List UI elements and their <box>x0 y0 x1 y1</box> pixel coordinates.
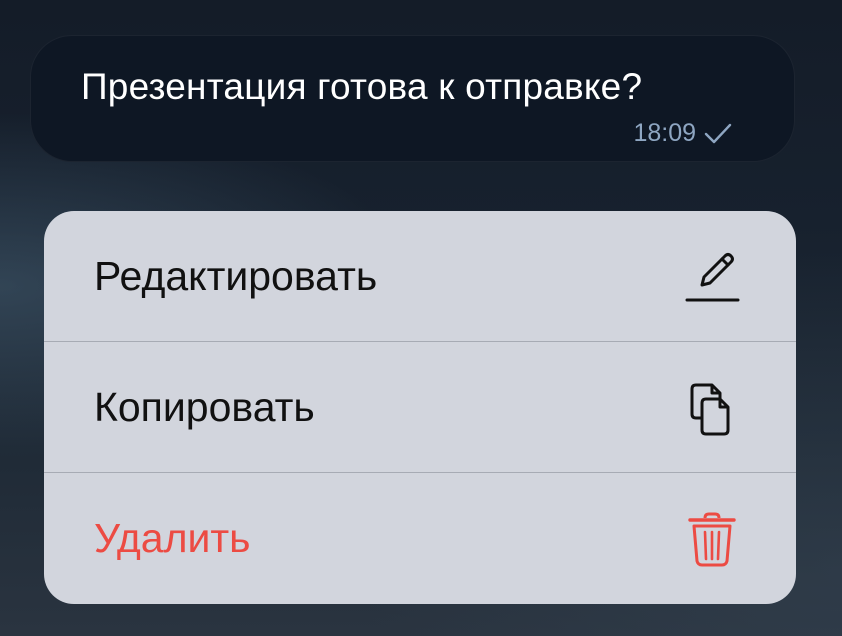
message-bubble[interactable]: Презентация готова к отправке? 18:09 <box>30 35 795 162</box>
menu-item-copy[interactable]: Копировать <box>44 342 796 473</box>
menu-item-delete[interactable]: Удалить <box>44 473 796 604</box>
pencil-icon <box>685 252 740 301</box>
message-text: Презентация готова к отправке? <box>81 66 643 107</box>
menu-item-edit[interactable]: Редактировать <box>44 211 796 342</box>
check-icon <box>704 123 732 143</box>
menu-item-label: Редактировать <box>94 253 378 299</box>
menu-item-label: Копировать <box>94 384 315 430</box>
message-time: 18:09 <box>633 119 696 147</box>
menu-item-label: Удалить <box>94 515 251 561</box>
message-meta: 18:09 <box>633 119 732 148</box>
trash-icon <box>688 512 736 566</box>
context-menu: Редактировать Копировать Удалить <box>44 211 796 604</box>
copy-icon <box>690 383 730 435</box>
